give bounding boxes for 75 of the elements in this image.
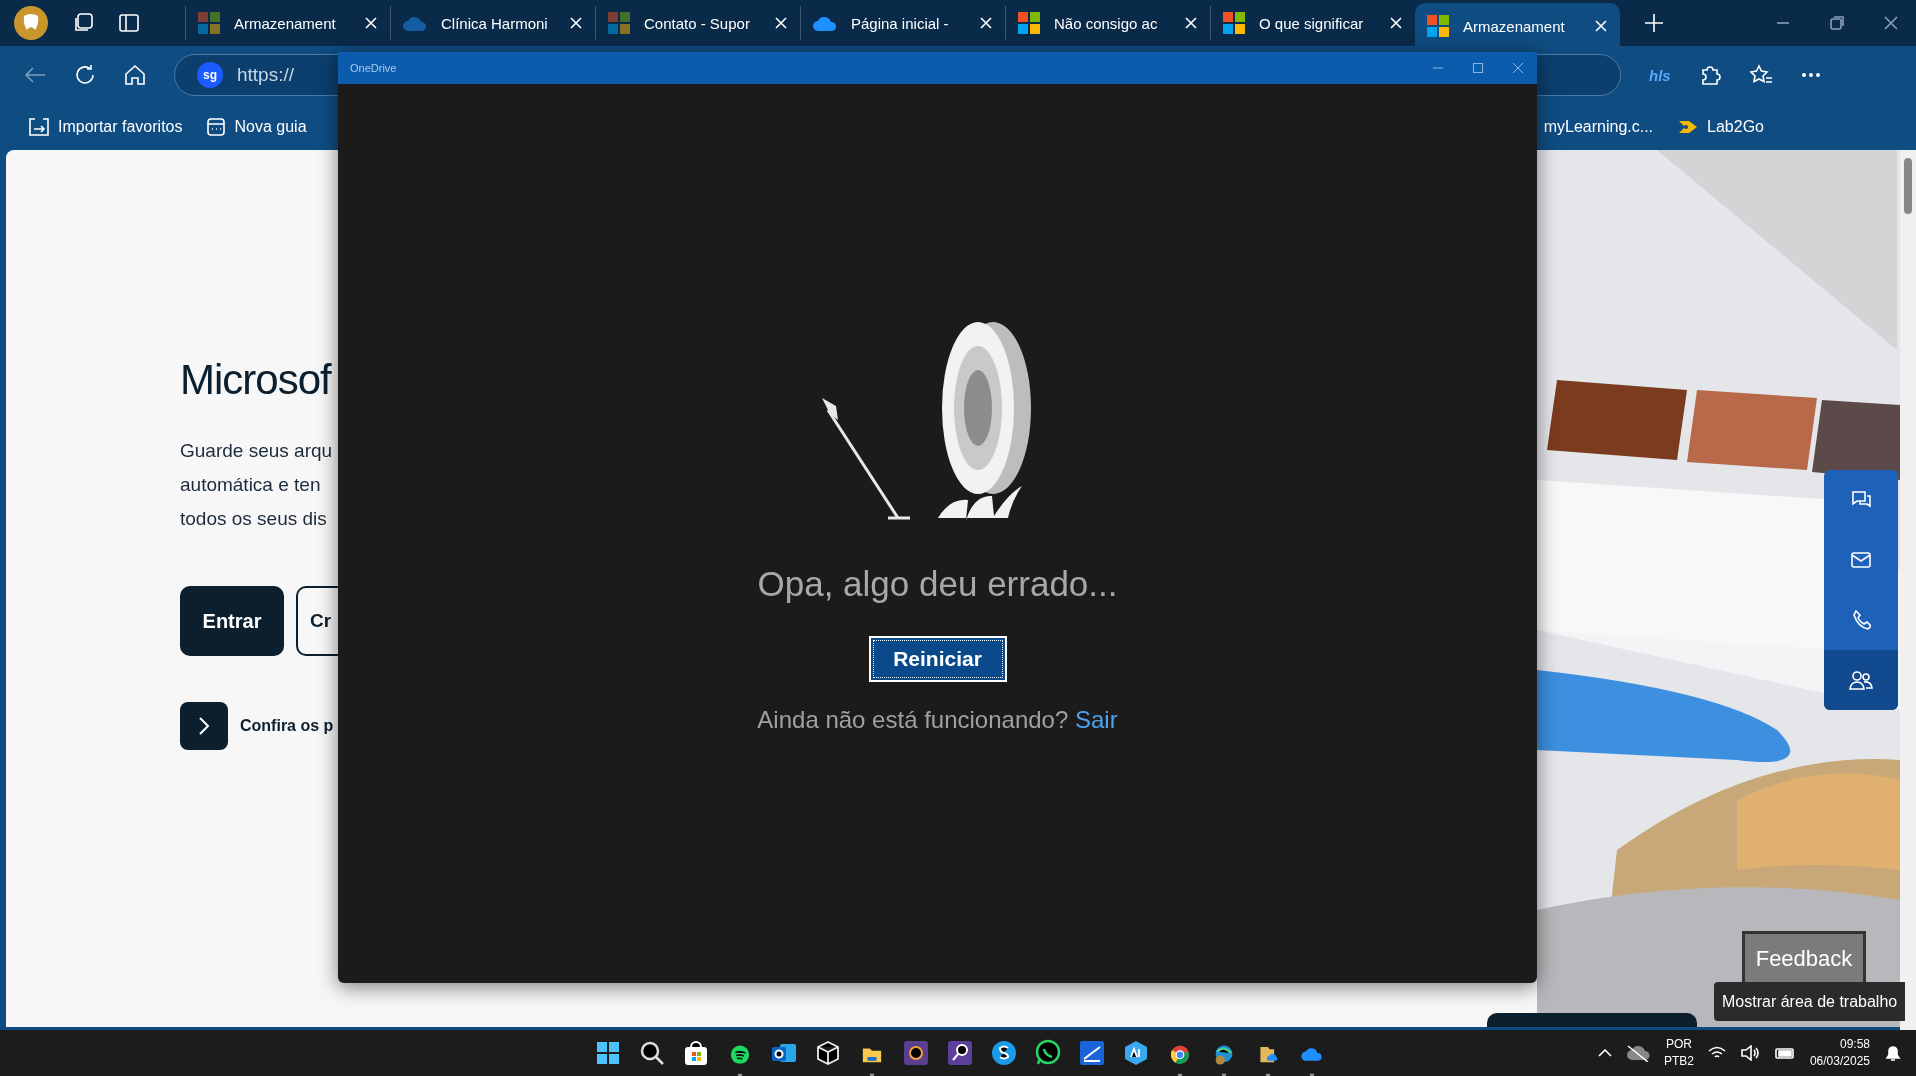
tooltip: Mostrar área de trabalho [1714, 982, 1906, 1021]
tab-title: Contato - Supor [644, 14, 751, 32]
scrollbar[interactable] [1900, 150, 1916, 1030]
browser-tab[interactable]: Armazenament [1415, 3, 1620, 49]
chat-app-icon[interactable] [990, 1039, 1018, 1067]
tab-title: Armazenament [234, 14, 337, 32]
chevron-button[interactable] [180, 702, 228, 750]
cube-icon[interactable] [814, 1039, 842, 1067]
favorites-icon[interactable] [1748, 64, 1773, 86]
bookmark-label: myLearning.c... [1543, 118, 1654, 136]
intro-text: todos os seus dis [180, 507, 327, 531]
tab-title: Armazenament [1463, 17, 1566, 35]
wifi-icon[interactable] [1707, 1046, 1726, 1060]
help-text: Ainda não está funcionando? Sair [757, 706, 1118, 734]
restore-icon[interactable] [1830, 16, 1844, 30]
home-icon[interactable] [124, 64, 146, 86]
browser-tab[interactable]: Não consigo ac [1005, 6, 1210, 40]
search-engine-badge: sg [197, 62, 223, 88]
battery-icon[interactable] [1773, 1047, 1796, 1059]
tab-title: Clínica Harmoni [441, 14, 549, 32]
chevron-right-icon [198, 716, 210, 736]
keyboard-language[interactable]: POR PTB2 [1663, 1036, 1694, 1070]
url-text: https:// [237, 64, 295, 86]
sign-out-link[interactable]: Sair [1074, 706, 1118, 733]
browser-tab[interactable]: Armazenament [185, 6, 390, 40]
contact-option[interactable] [1824, 650, 1898, 710]
bookmark-item[interactable]: Importar favoritos [16, 117, 195, 137]
search-icon[interactable] [638, 1039, 666, 1067]
volume-icon[interactable] [1739, 1045, 1760, 1061]
intro-text: automática e ten [180, 473, 321, 497]
maximize-icon[interactable] [1473, 63, 1483, 73]
tab-title: Página inicial - [851, 14, 950, 32]
import-favorites-icon [28, 117, 50, 137]
profile-avatar-icon[interactable] [14, 6, 48, 40]
chevron-up-icon[interactable] [1597, 1049, 1612, 1057]
phone-icon[interactable] [1851, 609, 1871, 631]
extension-label[interactable]: hls [1649, 66, 1671, 84]
store-icon[interactable] [682, 1039, 710, 1067]
mail-icon[interactable] [1850, 551, 1872, 569]
bookmark-item[interactable]: Nova guia [194, 117, 319, 137]
app-icon[interactable] [902, 1039, 930, 1067]
scanner-icon[interactable] [1078, 1039, 1106, 1067]
new-tab-icon[interactable] [1644, 13, 1664, 33]
more-icon[interactable] [1800, 72, 1821, 78]
browser-tab[interactable]: Clínica Harmoni [390, 6, 595, 40]
bookmark-label: Importar favoritos [58, 118, 183, 136]
link[interactable]: Confira os p [240, 717, 334, 735]
sign-in-button[interactable]: Entrar [180, 586, 284, 656]
back-icon[interactable] [24, 66, 46, 84]
clock[interactable]: 09:58 06/03/2025 [1809, 1036, 1870, 1070]
error-message: Opa, algo deu errado... [757, 564, 1118, 604]
feedback-button[interactable]: Feedback [1742, 931, 1866, 983]
browser-tab[interactable]: Contato - Supor [595, 6, 800, 40]
tab-title: Não consigo ac [1054, 14, 1159, 32]
intro-text: Guarde seus arqu [180, 439, 333, 463]
start-icon[interactable] [594, 1039, 622, 1067]
magnifier-app-icon[interactable] [946, 1039, 974, 1067]
phone-chat-icon[interactable] [1034, 1039, 1062, 1067]
tab-title: O que significar [1259, 14, 1365, 32]
page-heading: Microsof [180, 356, 331, 404]
people-icon[interactable] [1849, 669, 1873, 691]
bookmark-label: Nova guia [234, 118, 307, 136]
refresh-icon[interactable] [74, 64, 96, 86]
restart-button[interactable]: Reiniciar [868, 636, 1007, 682]
browser-tab[interactable]: Página inicial - [800, 6, 1005, 40]
bookmark-label: Lab2Go [1707, 118, 1764, 136]
notification-icon[interactable] [1884, 1044, 1902, 1062]
new-tab-icon [206, 117, 227, 137]
workspaces-icon[interactable] [72, 12, 94, 34]
browser-tab[interactable]: O que significar [1210, 6, 1415, 40]
bookmark-item[interactable]: Lab2Go [1665, 118, 1776, 136]
window-title: OneDrive [350, 62, 397, 74]
tab-actions-icon[interactable] [118, 13, 140, 33]
cloud-off-icon[interactable] [1625, 1044, 1650, 1062]
app-icon[interactable] [1122, 1039, 1150, 1067]
